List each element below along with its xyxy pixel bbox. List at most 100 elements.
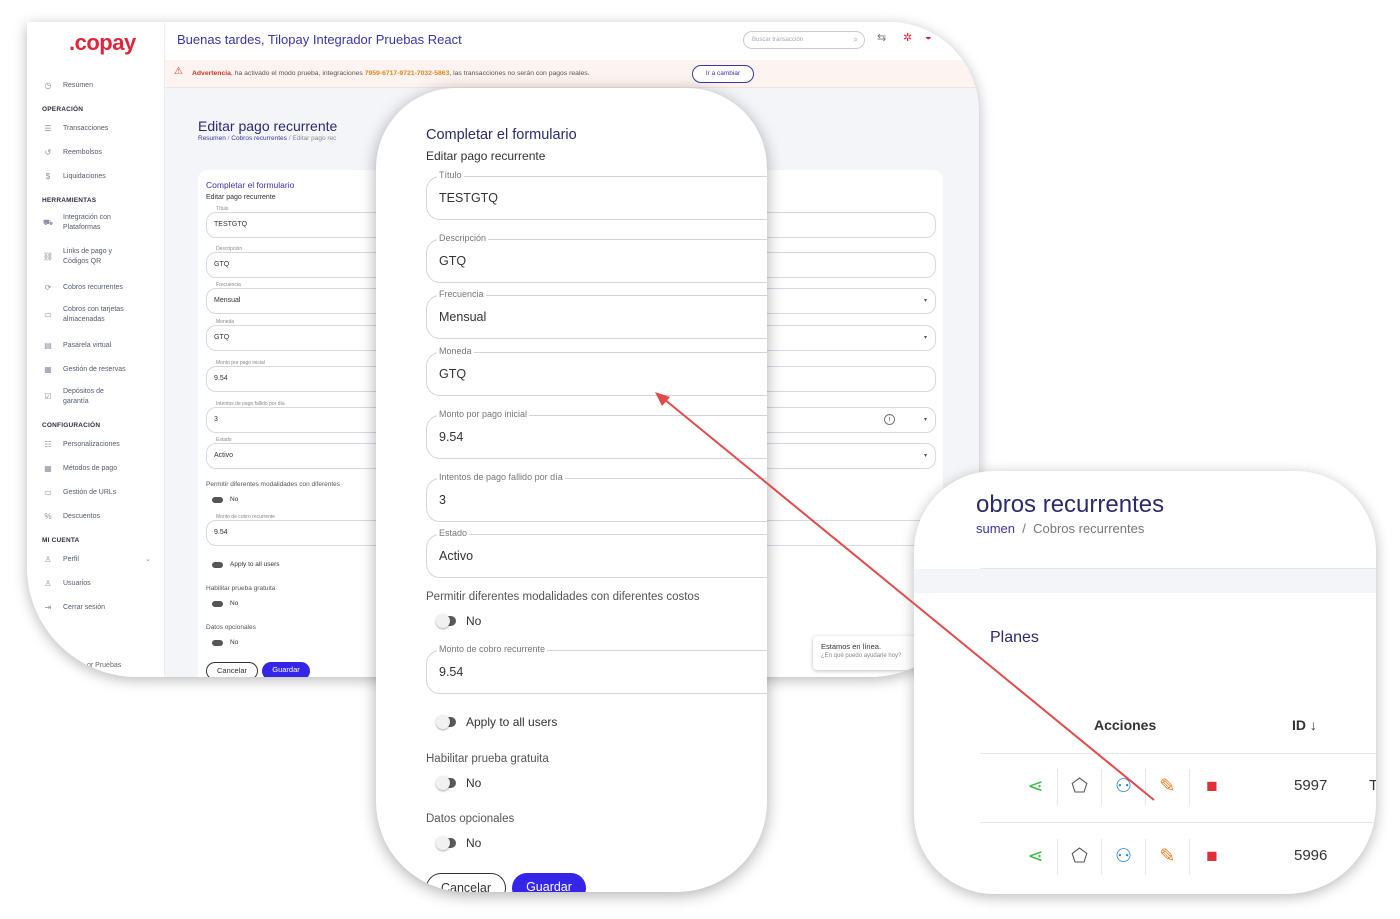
sidebar-item-resumen[interactable]: ◷ Resumen [41,78,165,92]
row-id: 5997 [1294,777,1328,794]
plans-window: obros recurrentes sumen / Cobros recurre… [914,471,1376,894]
row-divider [980,822,1376,823]
warning-icon: ⚠ [174,66,183,77]
monto-field[interactable]: Monto por pago inicial 9.54 [426,409,767,459]
sidebar-footer-user: or Pruebas [87,662,122,669]
users-icon[interactable]: ⚇ [1102,839,1146,875]
descripcion-field[interactable]: Descripción GTQ [426,233,767,283]
modalidades-toggle[interactable]: No [212,496,238,503]
sidebar-item-personalizaciones[interactable]: ☷ Personalizaciones [41,437,165,451]
prueba-label: Habilitar prueba gratuita [206,585,276,592]
edit-icon[interactable]: ✎ [1146,769,1190,805]
activity-icon[interactable]: ✲ [903,31,912,44]
sidebar-item-reservas[interactable]: ▦ Gestión de reservas [41,362,165,376]
frecuencia-select[interactable]: Frecuencia Mensual [426,289,767,339]
column-header-id[interactable]: ID ↓ [1292,717,1317,733]
warning-text: Advertencia, ha activado el modo prueba,… [192,70,590,77]
apply-all-toggle[interactable]: Apply to all users [212,561,280,568]
modalidades-toggle[interactable]: No [436,614,481,628]
cancel-button[interactable]: Cancelar [206,662,258,677]
save-button[interactable]: Guardar [262,662,310,677]
toggle-switch[interactable] [436,836,456,850]
sidebar-item-urls[interactable]: ▭ Gestión de URLs [41,485,165,499]
sidebar-item-cobros-recurrentes[interactable]: ⟳ Cobros recurrentes [41,280,165,294]
sidebar-item-depositos[interactable]: ☑ Depósitos de garantía [41,386,165,408]
intentos-select[interactable]: Intentos de pago fallido por día 3 [426,472,767,522]
sidebar-item-cerrar-sesion[interactable]: ⇥ Cerrar sesión [41,600,165,614]
sidebar: .copay ◷ Resumen OPERACIÓN ☰ Transacciones… [27,22,165,677]
share-icon[interactable]: ⋖ [1014,769,1058,805]
datos-toggle[interactable]: No [212,639,238,646]
sidebar-item-descuentos[interactable]: % Descuentos [41,509,165,523]
apply-all-toggle[interactable]: Apply to all users [436,715,557,729]
switch-icon[interactable]: ⇆ [877,31,886,44]
search-input[interactable]: Buscar transacción ⌕ [743,31,865,49]
sidebar-item-transacciones[interactable]: ☰ Transacciones [41,121,165,135]
toggle-switch[interactable] [436,715,456,729]
save-button[interactable]: Guardar [512,873,586,892]
sidebar-item-links-pago[interactable]: ⛓ Links de pago y Códigos QR [41,246,165,268]
card-icon: ▭ [44,310,52,319]
sidebar-item-integracion[interactable]: ⛟ Integración con Plataformas [41,212,165,234]
datos-toggle[interactable]: No [436,836,481,850]
logout-icon: ⇥ [44,602,52,612]
link-icon: ⛓ [42,252,54,261]
toggle-switch[interactable] [436,776,456,790]
prueba-toggle[interactable]: No [436,776,481,790]
modalidades-label: Permitir diferentes modalidades con dife… [426,591,700,603]
monto-recurrente-field[interactable]: Monto de cobro recurrente 9.54 [426,644,767,694]
modalidades-label: Permitir diferentes modalidades con dife… [206,481,341,488]
row-actions: ⋖ ⬠ ⚇ ✎ ■ [1014,839,1234,875]
info-icon[interactable]: i [884,414,895,425]
sidebar-item-pasarela-virtual[interactable]: ▤ Pasarela virtual [41,338,165,352]
page-title: Editar pago recurrente [198,118,338,134]
sidebar-item-reembolsos[interactable]: ↺ Reembolsos [41,145,165,159]
cancel-button[interactable]: Cancelar [426,873,506,892]
estado-select[interactable]: Estado Activo [426,528,767,578]
sidebar-section-operacion: OPERACIÓN [42,106,84,113]
toggle-switch[interactable] [436,614,456,628]
tag-icon[interactable]: ⬠ [1058,839,1102,875]
recurring-icon: ⟳ [44,282,52,292]
column-header-actions: Acciones [1094,717,1157,733]
row-actions: ⋖ ⬠ ⚇ ✎ ■ [1014,769,1234,805]
breadcrumb-home[interactable]: sumen [976,521,1015,536]
moneda-select[interactable]: Moneda GTQ [426,346,767,396]
prueba-toggle[interactable]: No [212,600,238,607]
tag-icon[interactable]: ⬠ [1058,769,1102,805]
titulo-field[interactable]: Título TESTGTQ [426,170,767,220]
sidebar-item-perfil[interactable]: ♙ Perfil ⌄ [41,552,165,566]
toggle-switch[interactable] [212,561,223,568]
row-cut-text: T [1369,777,1376,794]
toggle-switch[interactable] [212,639,223,646]
toggle-switch[interactable] [212,600,223,607]
tilopay-logo[interactable]: .copay [69,30,136,56]
delete-icon[interactable]: ■ [1190,769,1234,805]
sidebar-item-usuarios[interactable]: ♙ Usuarios [41,576,165,590]
sidebar-section-mi-cuenta: MI CUENTA [42,537,80,544]
breadcrumb-cobros[interactable]: Cobros recurrentes [231,135,287,142]
sidebar-item-metodos-pago[interactable]: ▦ Métodos de pago [41,461,165,475]
users-icon[interactable]: ⚇ [1102,769,1146,805]
row-id: 5996 [1294,847,1328,864]
plans-section-title: Planes [990,629,1039,646]
share-icon[interactable]: ⋖ [1014,839,1058,875]
edit-icon[interactable]: ✎ [1146,839,1190,875]
breadcrumb-home[interactable]: Resumen [198,135,226,142]
form-subtitle: Editar pago recurrente [426,149,546,163]
prueba-label: Habilitar prueba gratuita [426,753,549,765]
sidebar-item-tarjetas-almacenadas[interactable]: ▭ Cobros con tarjetas almacenadas [41,304,165,326]
card-title: Completar el formulario [206,180,295,190]
header-divider [980,753,1376,754]
caret-down-icon: ▾ [923,417,927,423]
flag-icon[interactable]: ◒ [925,31,932,43]
sidebar-nav: ◷ Resumen OPERACIÓN ☰ Transacciones ↺ Reemb… [41,78,165,624]
content-background [914,569,1376,593]
sidebar-section-configuracion: CONFIGURACIÓN [42,422,101,429]
toggle-switch[interactable] [212,496,223,503]
grid-icon: ▦ [44,463,52,473]
change-mode-button[interactable]: Ir a cambiar [692,65,754,83]
plans-page-title: obros recurrentes [976,491,1165,518]
delete-icon[interactable]: ■ [1190,839,1234,875]
sidebar-item-liquidaciones[interactable]: $ Liquidaciones [41,169,165,183]
